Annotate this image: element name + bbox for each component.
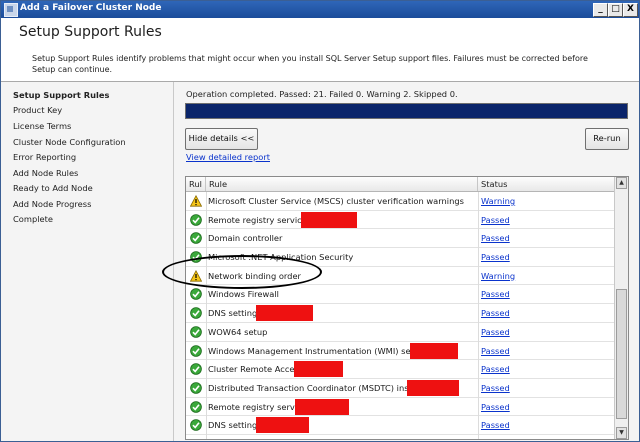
highlight-ellipse-annotation xyxy=(162,255,322,289)
column-divider xyxy=(478,192,479,439)
column-header-icon[interactable]: Rul xyxy=(186,177,206,191)
redaction-block xyxy=(407,379,459,396)
hide-details-button[interactable]: Hide details << xyxy=(185,128,258,150)
status-link[interactable]: Passed xyxy=(481,233,510,243)
table-row[interactable]: Cluster Remote Access Passed xyxy=(186,360,614,379)
redaction-block xyxy=(256,417,309,434)
scroll-down-arrow-icon[interactable]: ▼ xyxy=(616,427,627,439)
app-icon xyxy=(4,3,18,17)
nav-item-add-node-progress[interactable]: Add Node Progress xyxy=(13,199,91,209)
maximize-button[interactable]: □ xyxy=(608,3,623,17)
window-title: Add a Failover Cluster Node xyxy=(20,3,162,13)
status-link[interactable]: Passed xyxy=(481,402,510,412)
progress-bar xyxy=(185,103,628,119)
view-detailed-report-link[interactable]: View detailed report xyxy=(186,152,270,162)
status-link[interactable]: Passed xyxy=(481,383,510,393)
column-divider xyxy=(206,192,207,439)
rule-name: Windows Management Instrumentation (WMI)… xyxy=(208,345,431,356)
table-row[interactable]: Remote registry service Passed xyxy=(186,211,614,230)
passed-icon xyxy=(190,400,202,413)
rule-name: Domain controller xyxy=(208,233,283,244)
redaction-block xyxy=(295,398,349,415)
operation-status: Operation completed. Passed: 21. Failed … xyxy=(186,89,458,99)
rule-name: DNS settings xyxy=(208,420,262,431)
passed-icon xyxy=(190,382,202,394)
nav-item-cluster-node-configuration[interactable]: Cluster Node Configuration xyxy=(13,137,126,147)
grid-header: Rul Rule Status xyxy=(186,177,614,192)
rule-name: Remote registry service xyxy=(208,214,307,225)
wizard-steps-nav: Setup Support Rules Product Key License … xyxy=(1,82,174,441)
scrollbar-thumb[interactable] xyxy=(616,289,627,419)
scroll-up-arrow-icon[interactable]: ▲ xyxy=(616,177,627,189)
status-link[interactable]: Passed xyxy=(481,346,510,356)
rule-name: Remote registry service xyxy=(208,401,307,412)
redaction-block xyxy=(294,361,343,378)
table-row[interactable]: Remote registry service Passed xyxy=(186,398,614,417)
passed-icon xyxy=(190,307,202,319)
nav-item-ready-to-add-node[interactable]: Ready to Add Node xyxy=(13,183,93,193)
rerun-button[interactable]: Re-run xyxy=(585,128,629,150)
passed-icon xyxy=(190,326,202,338)
nav-item-complete[interactable]: Complete xyxy=(13,214,53,224)
table-row[interactable]: Windows Management Instrumentation (WMI)… xyxy=(186,342,614,361)
title-bar[interactable]: Add a Failover Cluster Node _ □ X xyxy=(1,1,639,18)
status-link[interactable]: Warning xyxy=(481,196,515,206)
status-link[interactable]: Passed xyxy=(481,420,510,430)
table-row[interactable]: DNS settings Passed xyxy=(186,304,614,323)
table-row[interactable]: Domain controller Passed xyxy=(186,229,614,249)
rule-name: DNS settings xyxy=(208,308,262,319)
column-header-rule[interactable]: Rule xyxy=(206,177,478,191)
passed-icon xyxy=(190,419,202,432)
dialog-window: Add a Failover Cluster Node _ □ X Setup … xyxy=(0,0,640,442)
grid-vertical-scrollbar[interactable]: ▲ ▼ xyxy=(614,177,628,439)
column-header-status[interactable]: Status xyxy=(478,177,614,191)
table-row[interactable]: Distributed Transaction Coordinator (MSD… xyxy=(186,379,614,398)
status-link[interactable]: Passed xyxy=(481,289,510,299)
passed-icon xyxy=(190,232,202,245)
minimize-button[interactable]: _ xyxy=(593,3,608,17)
grid-rows: Microsoft Cluster Service (MSCS) cluster… xyxy=(186,192,614,435)
passed-icon xyxy=(190,363,202,375)
table-row[interactable]: Microsoft Cluster Service (MSCS) cluster… xyxy=(186,192,614,211)
rule-name: Windows Firewall xyxy=(208,289,279,300)
status-link[interactable]: Passed xyxy=(481,215,510,225)
rule-name: Distributed Transaction Coordinator (MSD… xyxy=(208,382,432,393)
table-row[interactable]: DNS settings Passed xyxy=(186,416,614,435)
redaction-block xyxy=(410,342,458,359)
redaction-block xyxy=(256,305,313,322)
nav-item-product-key[interactable]: Product Key xyxy=(13,105,62,115)
redaction-block xyxy=(301,211,357,228)
nav-item-error-reporting[interactable]: Error Reporting xyxy=(13,152,76,162)
rule-name: WOW64 setup xyxy=(208,326,268,337)
rule-name: Cluster Remote Access xyxy=(208,364,304,375)
status-link[interactable]: Passed xyxy=(481,327,510,337)
nav-item-setup-support-rules[interactable]: Setup Support Rules xyxy=(13,90,109,100)
passed-icon xyxy=(190,344,202,357)
rules-grid: Rul Rule Status Microsoft Cluster Servic… xyxy=(185,176,629,440)
status-link[interactable]: Passed xyxy=(481,252,510,262)
passed-icon xyxy=(190,288,202,301)
page-header: Setup Support Rules Setup Support Rules … xyxy=(1,18,639,82)
status-link[interactable]: Passed xyxy=(481,308,510,318)
close-button[interactable]: X xyxy=(623,3,638,17)
status-link[interactable]: Passed xyxy=(481,364,510,374)
status-link[interactable]: Warning xyxy=(481,271,515,281)
warning-icon xyxy=(189,194,203,207)
passed-icon xyxy=(190,213,202,226)
table-row[interactable]: WOW64 setup Passed xyxy=(186,323,614,342)
nav-item-license-terms[interactable]: License Terms xyxy=(13,121,71,131)
nav-item-add-node-rules[interactable]: Add Node Rules xyxy=(13,168,78,178)
rule-name: Microsoft Cluster Service (MSCS) cluster… xyxy=(208,196,464,206)
page-description: Setup Support Rules identify problems th… xyxy=(32,54,588,74)
page-title: Setup Support Rules xyxy=(19,24,162,40)
